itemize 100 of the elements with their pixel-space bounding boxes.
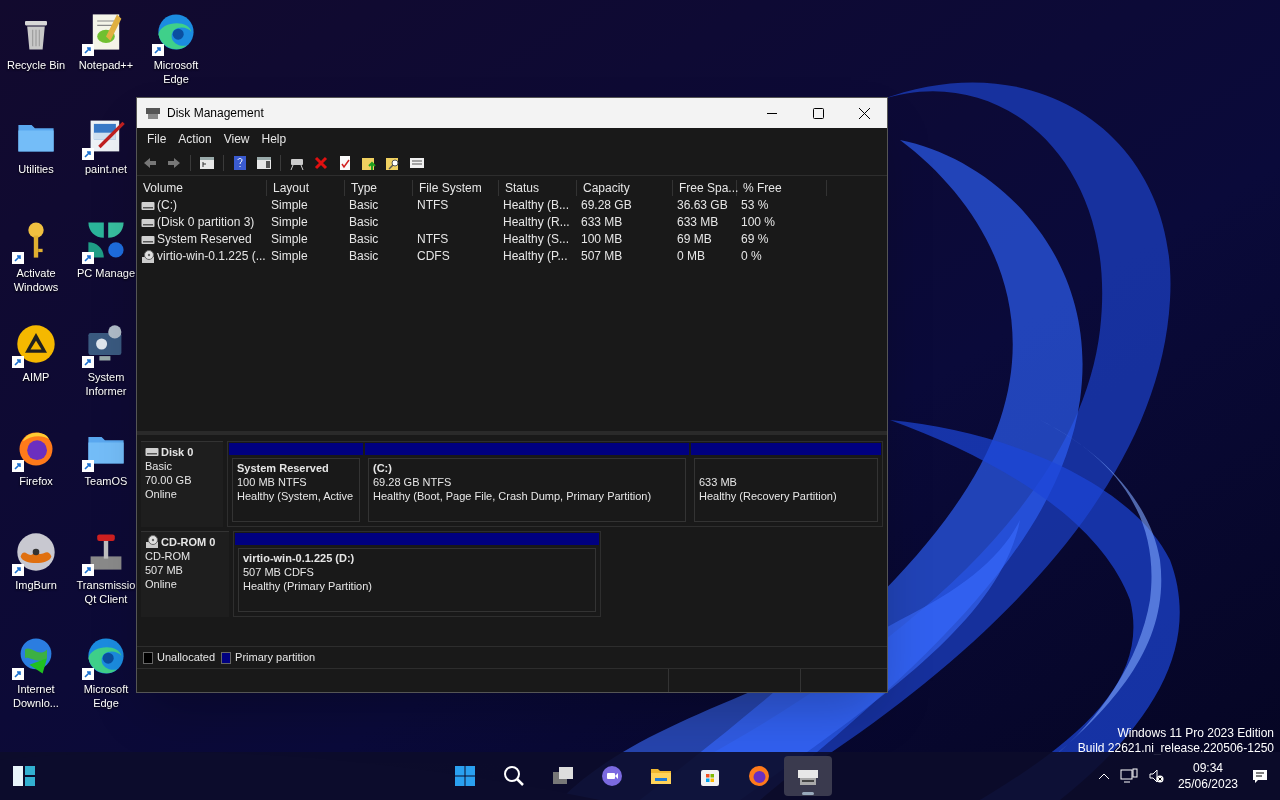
desktop-icon[interactable]: Activate Windows xyxy=(3,216,69,294)
partition-title: (C:) xyxy=(373,461,393,475)
table-cell: Simple xyxy=(271,214,308,231)
desktop-icon[interactable]: Microsoft Edge xyxy=(75,632,137,710)
disk-label-panel[interactable]: CD-ROM 0 CD-ROM 507 MB Online xyxy=(141,531,229,617)
maximize-icon xyxy=(812,107,824,119)
menu-item[interactable]: Help xyxy=(255,129,293,149)
disk-size: 507 MB xyxy=(145,563,184,577)
desktop-icon-label: AIMP xyxy=(21,370,51,384)
partition-size: 633 MB xyxy=(699,475,738,489)
desktop-icon-label: Internet Downlo... xyxy=(12,682,60,710)
column-header[interactable]: % Free xyxy=(737,180,827,196)
table-cell: 0 % xyxy=(741,248,762,265)
table-cell: (C:) xyxy=(157,197,177,214)
desktop-icon-label: Firefox xyxy=(18,474,54,488)
console-tree-icon xyxy=(199,154,215,171)
table-cell: Basic xyxy=(349,214,379,231)
desktop-icon[interactable]: Internet Downlo... xyxy=(3,632,69,710)
flaming-disc-icon xyxy=(14,530,58,574)
desktop-icon[interactable]: Microsoft Edge xyxy=(143,8,209,86)
disk-type: Basic xyxy=(145,459,173,473)
desktop-icon[interactable]: TeamOS xyxy=(75,424,137,488)
table-cell: 633 MB xyxy=(581,214,623,231)
search-icon xyxy=(502,764,526,788)
legend-label: Unallocated xyxy=(157,650,216,666)
menu-item[interactable]: Action xyxy=(172,129,218,149)
column-header[interactable]: Free Spa... xyxy=(673,180,737,196)
taskbar-app-button[interactable] xyxy=(784,756,832,796)
desktop-icon-label: Recycle Bin xyxy=(5,58,67,72)
table-cell: 0 MB xyxy=(677,248,705,265)
drive-icon xyxy=(141,200,155,211)
clock-date: 25/06/2023 xyxy=(1177,776,1238,792)
desktop-icon[interactable]: paint.net xyxy=(75,112,137,176)
table-cell: 36.63 GB xyxy=(677,197,728,214)
table-cell: Healthy (B... xyxy=(503,197,570,214)
desktop-icon[interactable]: System Informer xyxy=(75,320,137,398)
speaker-muted-icon[interactable] xyxy=(1147,768,1164,784)
column-header[interactable]: File System xyxy=(413,180,499,196)
desktop-icon-label: Utilities xyxy=(17,162,55,176)
table-cell: Healthy (R... xyxy=(503,214,570,231)
table-cell: 100 MB xyxy=(581,231,623,248)
table-cell: virtio-win-0.1.225 (... xyxy=(157,248,266,265)
table-cell: 69.28 GB xyxy=(581,197,632,214)
drive-icon xyxy=(141,234,155,245)
column-header[interactable]: Volume xyxy=(137,180,267,196)
desktop-icon[interactable]: Firefox xyxy=(3,424,69,488)
partition-status: Healthy (System, Active xyxy=(237,489,355,503)
column-header[interactable]: Layout xyxy=(267,180,345,196)
desktop-icon[interactable]: ImgBurn xyxy=(3,528,69,592)
table-cell: Simple xyxy=(271,197,308,214)
table-cell: 633 MB xyxy=(677,214,719,231)
partition-title: System Reserved xyxy=(237,461,330,475)
desktop-icon-label: Activate Windows xyxy=(12,266,60,294)
table-cell: 69 MB xyxy=(677,231,712,248)
table-cell: CDFS xyxy=(417,248,450,265)
desktop-icon-label: Microsoft Edge xyxy=(152,58,200,86)
disk-name: CD-ROM 0 xyxy=(161,535,216,549)
partition-title: virtio-win-0.1.225 (D:) xyxy=(243,551,356,565)
desktop-icon-label: Microsoft Edge xyxy=(82,682,130,710)
column-header[interactable]: Capacity xyxy=(577,180,673,196)
network-monitor-icon[interactable] xyxy=(1119,768,1138,784)
table-cell: Healthy (P... xyxy=(503,248,568,265)
partition-status: Healthy (Boot, Page File, Crash Dump, Primary Partition) xyxy=(373,489,653,503)
menu-item[interactable]: View xyxy=(217,129,256,149)
properties-check-icon xyxy=(337,154,353,171)
desktop-icon[interactable]: Recycle Bin xyxy=(3,8,69,72)
chevron-up-icon[interactable] xyxy=(1097,772,1110,780)
disk-status: Online xyxy=(145,577,178,591)
fox-globe-icon xyxy=(747,764,771,788)
cd-drive-icon xyxy=(145,535,159,549)
disk-status: Online xyxy=(145,487,178,501)
partition-size: 507 MB CDFS xyxy=(243,565,315,579)
widgets-icon xyxy=(12,765,36,787)
disk-type: CD-ROM xyxy=(145,549,192,563)
edition-text: Build 22621.ni_release.220506-1250 xyxy=(1077,741,1274,756)
notification-icon[interactable] xyxy=(1252,768,1268,784)
windows-logo-icon xyxy=(453,764,477,788)
menu-item[interactable]: File xyxy=(141,129,173,149)
column-header[interactable]: Status xyxy=(499,180,577,196)
clock-time: 09:34 xyxy=(1192,760,1223,776)
partition-size: 69.28 GB NTFS xyxy=(373,475,453,489)
table-cell: Simple xyxy=(271,231,308,248)
desktop-icon[interactable]: Notepad++ xyxy=(75,8,137,72)
disk-size: 70.00 GB xyxy=(145,473,193,487)
desktop-icon[interactable]: Utilities xyxy=(3,112,69,176)
action-pane-icon xyxy=(256,154,272,171)
desktop-icon[interactable]: PC Manage xyxy=(75,216,137,280)
disk-label-panel[interactable]: Disk 0 Basic 70.00 GB Online xyxy=(141,441,223,527)
clock[interactable]: 09:34 25/06/2023 xyxy=(1173,760,1242,792)
video-chat-icon xyxy=(600,764,624,788)
legend-label: Primary partition xyxy=(235,650,316,666)
minimize-icon xyxy=(767,112,777,114)
table-cell: 69 % xyxy=(741,231,769,248)
desktop-icon-label: Transmissio Qt Client xyxy=(75,578,137,606)
table-cell: 53 % xyxy=(741,197,769,214)
column-header[interactable]: Type xyxy=(345,180,413,196)
desktop-icon[interactable]: AIMP xyxy=(3,320,69,384)
desktop-icon[interactable]: Transmissio Qt Client xyxy=(75,528,137,606)
desktop-icon-label: TeamOS xyxy=(83,474,129,488)
partition-size: 100 MB NTFS xyxy=(237,475,308,489)
